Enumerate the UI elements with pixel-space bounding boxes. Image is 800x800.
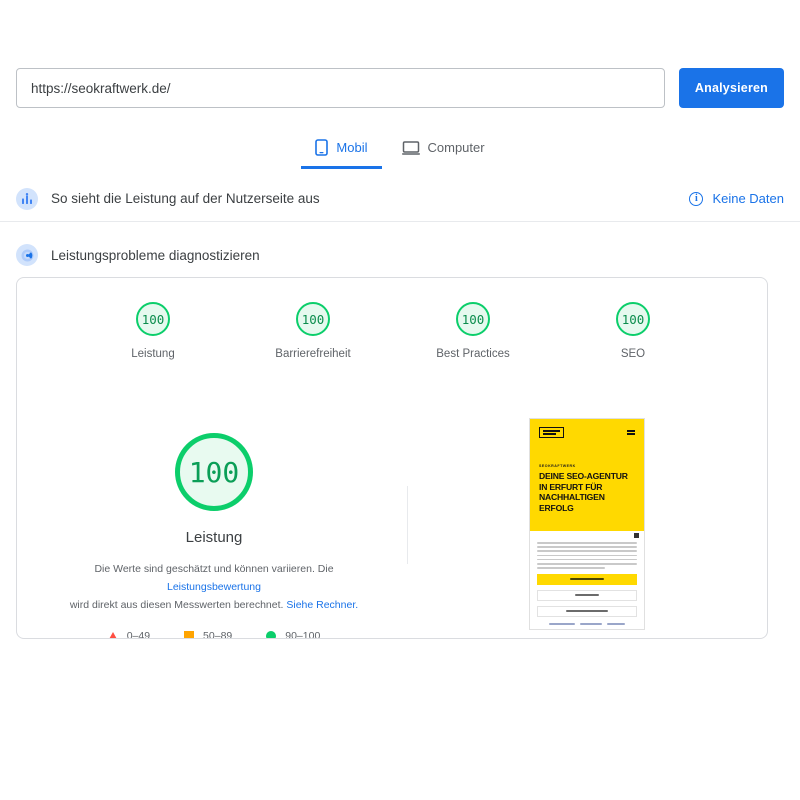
tab-mobile[interactable]: Mobil <box>301 133 382 169</box>
legend-range: 90–100 <box>285 630 321 639</box>
score-legend: 0–49 50–89 90–100 <box>107 630 321 639</box>
device-tabs: Mobil Computer <box>0 133 800 169</box>
score-value: 100 <box>136 302 170 336</box>
square-icon <box>184 631 195 638</box>
legend-item-good: 90–100 <box>266 630 321 639</box>
score-chip-accessibility[interactable]: 100 Barrierefreiheit <box>263 302 363 360</box>
score-value: 100 <box>616 302 650 336</box>
pagespeed-insights-result: Analysieren Mobil Computer <box>0 0 800 800</box>
screenshot-navbar <box>530 419 644 438</box>
calculator-link[interactable]: Siehe Rechner. <box>286 599 358 611</box>
analyze-button[interactable]: Analysieren <box>678 68 784 108</box>
desktop-icon <box>401 140 420 156</box>
field-data-section-header: So sieht die Leistung auf der Nutzerseit… <box>0 176 800 222</box>
cookie-decline-button <box>537 589 637 601</box>
cookie-settings-button <box>537 605 637 617</box>
vertical-divider <box>407 486 408 564</box>
site-logo <box>539 427 564 438</box>
lab-data-section-header: Leistungsprobleme diagnostizieren <box>0 232 800 278</box>
score-label: Barrierefreiheit <box>275 348 351 360</box>
diagnose-icon <box>16 244 38 266</box>
legend-item-poor: 0–49 <box>107 630 151 639</box>
performance-gauge-value: 100 <box>175 433 253 511</box>
lighthouse-result-card: 100 Leistung 100 Barrierefreiheit 100 Be… <box>16 277 768 639</box>
cookie-accept-button <box>537 573 637 585</box>
hamburger-menu-icon <box>627 430 635 435</box>
circle-icon <box>266 631 277 638</box>
tab-desktop-label: Computer <box>427 140 485 155</box>
field-data-title: So sieht die Leistung auf der Nutzerseit… <box>51 191 320 206</box>
cookie-body-text <box>537 542 637 569</box>
score-label: Leistung <box>131 348 175 360</box>
performance-gauge-block: 100 Leistung Die Werte sind geschätzt un… <box>27 433 401 639</box>
score-chip-seo[interactable]: 100 SEO <box>583 302 683 360</box>
score-label: SEO <box>620 348 646 360</box>
url-bar: Analysieren <box>0 67 800 109</box>
score-value: 100 <box>296 302 330 336</box>
screenshot-headline: DEINE SEO-AGENTUR IN ERFURT FÜR NACHHALT… <box>539 471 628 513</box>
disclaimer-line-2: wird direkt aus diesen Messwerten berech… <box>69 599 287 611</box>
bar-chart-icon <box>16 187 38 210</box>
url-input[interactable] <box>16 68 665 108</box>
score-label: Best Practices <box>436 348 510 360</box>
phone-icon <box>315 139 329 156</box>
field-data-status[interactable]: i Keine Daten <box>689 191 784 206</box>
category-scores: 100 Leistung 100 Barrierefreiheit 100 Be… <box>17 302 767 360</box>
score-value: 100 <box>456 302 490 336</box>
info-icon: i <box>689 191 704 206</box>
tab-desktop[interactable]: Computer <box>388 133 499 169</box>
tab-mobile-label: Mobil <box>336 140 368 155</box>
score-chip-best-practices[interactable]: 100 Best Practices <box>423 302 523 360</box>
disclaimer-line-1: Die Werte sind geschätzt und können vari… <box>94 563 334 575</box>
gauge-disclaimer: Die Werte sind geschätzt und können vari… <box>49 560 379 614</box>
score-chip-performance[interactable]: 100 Leistung <box>103 302 203 360</box>
screenshot-hero: SEOKRAFTWERK DEINE SEO-AGENTUR IN ERFURT… <box>530 419 644 531</box>
legend-range: 0–49 <box>126 630 151 639</box>
page-screenshot-thumbnail[interactable]: SEOKRAFTWERK DEINE SEO-AGENTUR IN ERFURT… <box>529 418 645 630</box>
screenshot-cookie-banner <box>530 531 644 629</box>
lab-data-title: Leistungsprobleme diagnostizieren <box>51 247 260 263</box>
performance-scoring-link[interactable]: Leistungsbewertung <box>167 581 261 593</box>
close-icon <box>634 533 639 538</box>
triangle-icon <box>107 631 118 638</box>
cookie-footer-links <box>537 622 637 625</box>
legend-range: 50–89 <box>203 630 233 639</box>
field-data-status-label: Keine Daten <box>712 191 784 206</box>
performance-gauge-title: Leistung <box>185 529 243 546</box>
legend-item-average: 50–89 <box>184 630 233 639</box>
screenshot-eyebrow: SEOKRAFTWERK <box>539 464 576 468</box>
